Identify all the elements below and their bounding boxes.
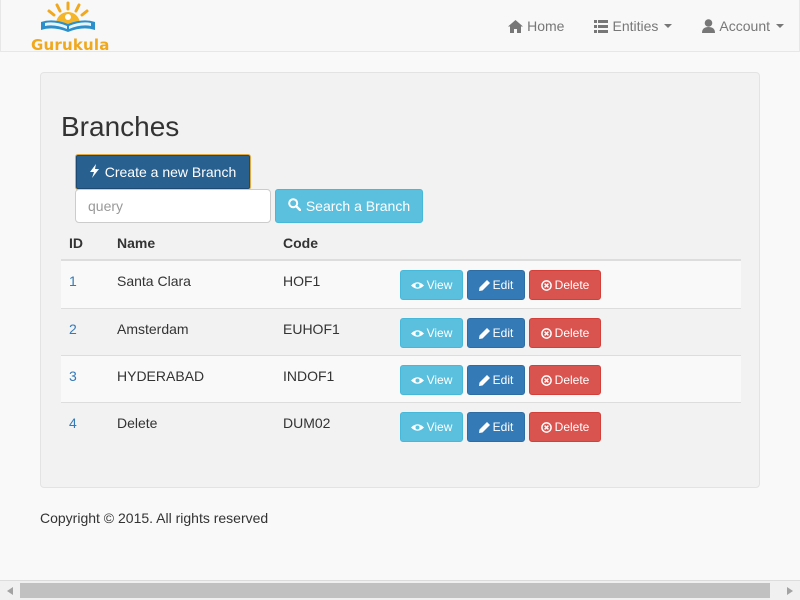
list-icon <box>594 19 609 33</box>
row-name: Delete <box>117 415 158 431</box>
sun-book-logo-icon <box>41 1 95 32</box>
row-code: HOF1 <box>283 273 321 289</box>
row-actions: View Edit Delete <box>400 270 605 300</box>
delete-button[interactable]: Delete <box>529 412 601 442</box>
chevron-down-icon <box>776 24 784 28</box>
delete-button[interactable]: Delete <box>529 365 601 395</box>
scrollbar-thumb[interactable] <box>20 583 770 598</box>
nav-account-label: Account <box>719 18 770 34</box>
eye-icon <box>410 423 424 432</box>
nav-home-label: Home <box>527 18 565 34</box>
row-id-link[interactable]: 4 <box>69 415 77 431</box>
view-button[interactable]: View <box>400 270 463 300</box>
search-branch-label: Search a Branch <box>305 198 411 214</box>
pencil-icon <box>478 327 490 339</box>
delete-label: Delete <box>554 420 590 434</box>
remove-circle-icon <box>540 327 552 339</box>
pencil-icon <box>478 279 490 291</box>
delete-button[interactable]: Delete <box>529 270 601 300</box>
row-code: DUM02 <box>283 415 331 431</box>
nav-entities[interactable]: Entities <box>579 0 687 52</box>
eye-icon <box>410 329 424 338</box>
edit-button[interactable]: Edit <box>467 318 525 348</box>
content-panel: Branches Create a new Branch Search a Br… <box>40 72 760 488</box>
edit-button[interactable]: Edit <box>467 365 525 395</box>
pencil-icon <box>478 421 490 433</box>
edit-label: Edit <box>492 326 514 340</box>
user-icon <box>702 19 716 33</box>
brand-logo[interactable]: Gurukula <box>29 0 110 54</box>
navbar: Gurukula Home Entities Account <box>0 0 800 54</box>
edit-button[interactable]: Edit <box>467 412 525 442</box>
view-label: View <box>426 420 453 434</box>
remove-circle-icon <box>540 421 552 433</box>
header-id: ID <box>69 235 83 251</box>
table-row: 2 Amsterdam EUHOF1 View Edit Delete <box>61 308 741 355</box>
eye-icon <box>410 376 424 385</box>
view-label: View <box>426 278 453 292</box>
row-id-link[interactable]: 3 <box>69 368 77 384</box>
search-branch-button[interactable]: Search a Branch <box>275 189 423 223</box>
branches-table: ID Name Code 1 Santa Clara HOF1 View Edit Del… <box>61 225 741 449</box>
search-icon <box>288 198 302 214</box>
main-nav: Home Entities Account <box>493 0 799 52</box>
search-input[interactable] <box>75 189 271 223</box>
row-id-link[interactable]: 2 <box>69 321 77 337</box>
header-code: Code <box>283 235 318 251</box>
view-button[interactable]: View <box>400 412 463 442</box>
nav-home[interactable]: Home <box>493 0 579 52</box>
brand-name: Gurukula <box>31 36 110 54</box>
page-title: Branches <box>61 111 180 142</box>
bolt-icon <box>89 163 99 181</box>
delete-button[interactable]: Delete <box>529 318 601 348</box>
row-actions: View Edit Delete <box>400 365 605 395</box>
view-label: View <box>426 373 453 387</box>
edit-label: Edit <box>492 373 514 387</box>
table-row: 4 Delete DUM02 View Edit Delete <box>61 402 741 449</box>
chevron-down-icon <box>664 24 673 28</box>
delete-label: Delete <box>554 326 590 340</box>
row-name: Amsterdam <box>117 321 189 337</box>
footer-copyright: Copyright © 2015. All rights reserved <box>40 510 269 526</box>
header-name: Name <box>117 235 156 251</box>
nav-entities-label: Entities <box>612 18 659 34</box>
remove-circle-icon <box>540 374 552 386</box>
remove-circle-icon <box>540 279 552 291</box>
table-row: 1 Santa Clara HOF1 View Edit Delete <box>61 261 741 308</box>
edit-button[interactable]: Edit <box>467 270 525 300</box>
row-code: EUHOF1 <box>283 321 340 337</box>
view-label: View <box>426 326 453 340</box>
pencil-icon <box>478 374 490 386</box>
table-row: 3 HYDERABAD INDOF1 View Edit Delete <box>61 355 741 402</box>
delete-label: Delete <box>554 373 590 387</box>
create-branch-label: Create a new Branch <box>104 164 237 180</box>
row-name: HYDERABAD <box>117 368 205 384</box>
row-id-link[interactable]: 1 <box>69 273 77 289</box>
row-code: INDOF1 <box>283 368 335 384</box>
delete-label: Delete <box>554 278 590 292</box>
scroll-right-icon[interactable] <box>780 581 800 600</box>
view-button[interactable]: View <box>400 318 463 348</box>
nav-account[interactable]: Account <box>687 0 799 52</box>
table-header: ID Name Code <box>61 225 741 261</box>
home-icon <box>508 19 524 33</box>
row-actions: View Edit Delete <box>400 412 605 442</box>
scroll-left-icon[interactable] <box>0 581 20 600</box>
horizontal-scrollbar[interactable] <box>0 580 800 600</box>
create-branch-button[interactable]: Create a new Branch <box>75 154 251 190</box>
edit-label: Edit <box>492 278 514 292</box>
row-name: Santa Clara <box>117 273 191 289</box>
edit-label: Edit <box>492 420 514 434</box>
table-body: 1 Santa Clara HOF1 View Edit Delete 2 Amsterdam… <box>61 261 741 449</box>
eye-icon <box>410 281 424 290</box>
view-button[interactable]: View <box>400 365 463 395</box>
row-actions: View Edit Delete <box>400 318 605 348</box>
